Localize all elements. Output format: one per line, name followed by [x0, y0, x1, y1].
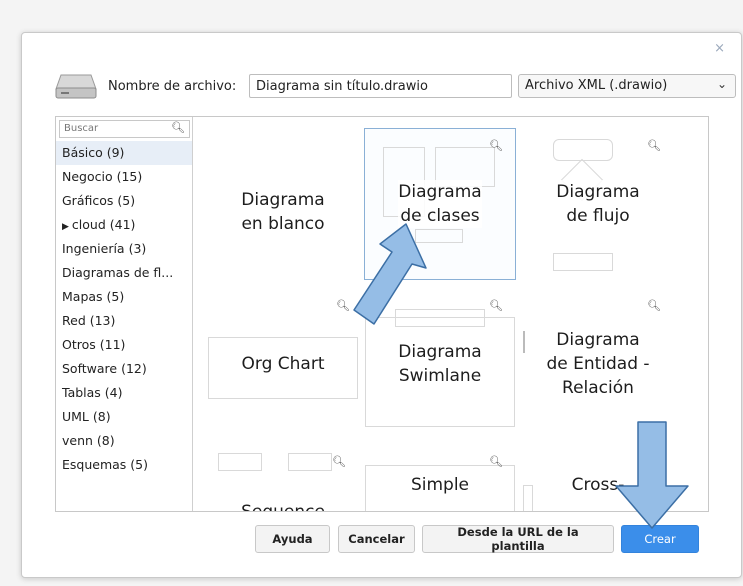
sidebar-category-item[interactable]: Tablas (4) — [56, 381, 192, 405]
hard-drive-icon — [55, 74, 97, 99]
template-blank[interactable]: Diagrama en blanco — [208, 137, 358, 287]
sidebar-category-item[interactable]: Ingeniería (3) — [56, 237, 192, 261]
preview-zoom-icon[interactable]: 🔍︎ — [336, 299, 350, 312]
template-tiles: Diagrama en blanco 🔍︎ Diagrama de clases… — [193, 117, 708, 511]
chevron-down-icon: ⌄ — [716, 77, 727, 91]
close-icon[interactable]: × — [714, 41, 725, 56]
sidebar-category-label: Red (13) — [62, 313, 116, 328]
sidebar-category-label: Software (12) — [62, 361, 147, 376]
template-label: Cross- — [571, 473, 625, 497]
template-label: Diagrama de clases — [398, 180, 482, 228]
cancel-button[interactable]: Cancelar — [338, 525, 415, 553]
preview-zoom-icon[interactable]: 🔍︎ — [332, 455, 346, 468]
template-label: Diagrama en blanco — [241, 188, 325, 236]
sidebar-category-item[interactable]: Mapas (5) — [56, 285, 192, 309]
template-label: Diagrama de Entidad - Relación — [546, 328, 650, 400]
template-label: Diagrama Swimlane — [398, 340, 482, 388]
filename-input[interactable] — [249, 74, 512, 98]
template-label: Org Chart — [241, 352, 325, 376]
sidebar-category-label: Ingeniería (3) — [62, 241, 147, 256]
template-org-chart[interactable]: 🔍︎ Org Chart — [208, 289, 358, 439]
sidebar-category-item[interactable]: ▶ cloud (41) — [56, 213, 192, 237]
sidebar-category-label: Otros (11) — [62, 337, 126, 352]
sidebar-category-label: Diagramas de fl... — [62, 265, 174, 280]
sidebar-category-item[interactable]: Software (12) — [56, 357, 192, 381]
preview-zoom-icon[interactable]: 🔍︎ — [489, 455, 503, 468]
template-flowchart[interactable]: 🔍︎ Diagrama de flujo — [523, 129, 673, 279]
sidebar-category-label: Negocio (15) — [62, 169, 143, 184]
sidebar-category-item[interactable]: venn (8) — [56, 429, 192, 453]
filename-label: Nombre de archivo: — [108, 79, 237, 94]
sidebar-category-label: Mapas (5) — [62, 289, 125, 304]
preview-zoom-icon[interactable]: 🔍︎ — [489, 139, 503, 152]
sidebar-category-item[interactable]: Diagramas de fl... — [56, 261, 192, 285]
preview-zoom-icon[interactable]: 🔍︎ — [489, 299, 503, 312]
search-input[interactable]: Buscar 🔍︎ — [59, 120, 190, 138]
category-sidebar: Buscar 🔍︎ Básico (9) Negocio (15) Gráficos… — [56, 117, 193, 511]
template-er-diagram[interactable]: 🔍︎ Diagrama de Entidad - Relación — [523, 289, 673, 439]
sidebar-category-label: Gráficos (5) — [62, 193, 136, 208]
sidebar-category-item[interactable]: Gráficos (5) — [56, 189, 192, 213]
template-gallery: Buscar 🔍︎ Básico (9) Negocio (15) Gráficos… — [55, 116, 709, 512]
help-button[interactable]: Ayuda — [255, 525, 330, 553]
template-cross-functional[interactable]: Cross- — [523, 445, 673, 511]
create-button[interactable]: Crear — [621, 525, 699, 553]
sidebar-category-item[interactable]: Negocio (15) — [56, 165, 192, 189]
sidebar-category-label: cloud (41) — [71, 217, 136, 232]
template-label: Sequence — [241, 500, 325, 511]
sidebar-category-label: venn (8) — [62, 433, 115, 448]
sidebar-category-item[interactable]: Básico (9) — [56, 141, 192, 165]
template-swimlane[interactable]: 🔍︎ Diagrama Swimlane — [365, 289, 515, 439]
search-icon[interactable]: 🔍︎ — [171, 121, 185, 134]
category-list: Básico (9) Negocio (15) Gráficos (5) ▶ cloud… — [56, 141, 192, 477]
sidebar-category-item[interactable]: Red (13) — [56, 309, 192, 333]
template-label: Simple — [410, 473, 470, 497]
template-simple[interactable]: 🔍︎ Simple — [365, 445, 515, 511]
preview-zoom-icon[interactable]: 🔍︎ — [647, 299, 661, 312]
template-label: Diagrama de flujo — [556, 180, 640, 228]
sidebar-category-label: UML (8) — [62, 409, 111, 424]
from-template-url-button[interactable]: Desde la URL de la plantilla — [422, 525, 614, 553]
new-diagram-dialog: × Nombre de archivo: Archivo XML (.drawi… — [21, 32, 742, 578]
expand-triangle-icon[interactable]: ▶ — [62, 222, 69, 232]
template-class-diagram[interactable]: 🔍︎ Diagrama de clases — [364, 128, 516, 280]
sidebar-category-label: Tablas (4) — [62, 385, 123, 400]
sidebar-category-item[interactable]: Otros (11) — [56, 333, 192, 357]
file-format-value: Archivo XML (.drawio) — [525, 78, 668, 93]
sidebar-category-item[interactable]: Esquemas (5) — [56, 453, 192, 477]
sidebar-category-label: Básico (9) — [62, 145, 125, 160]
template-sequence[interactable]: 🔍︎ Sequence — [208, 445, 358, 511]
sidebar-category-label: Esquemas (5) — [62, 457, 148, 472]
file-format-select[interactable]: Archivo XML (.drawio) ⌄ — [518, 74, 736, 98]
background — [0, 0, 743, 30]
preview-zoom-icon[interactable]: 🔍︎ — [647, 139, 661, 152]
sidebar-category-item[interactable]: UML (8) — [56, 405, 192, 429]
search-placeholder: Buscar — [64, 123, 99, 134]
